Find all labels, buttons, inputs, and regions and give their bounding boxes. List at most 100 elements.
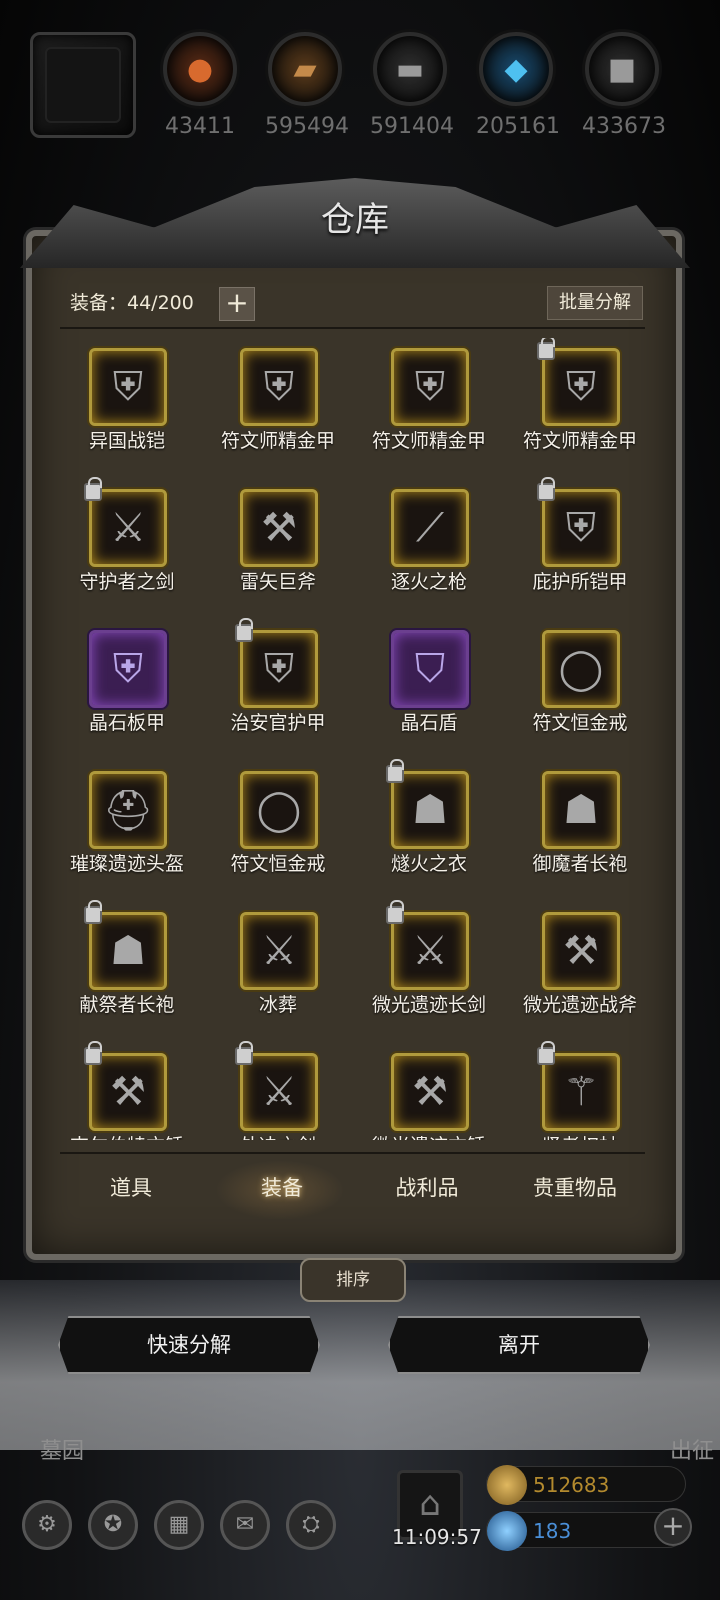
lock-icon <box>537 338 555 360</box>
robe-icon[interactable]: ☗ <box>542 771 620 849</box>
tab-props[interactable]: 道具 <box>61 1172 201 1202</box>
shield-icon[interactable]: ⛉ <box>391 630 469 708</box>
item-slot[interactable]: ☗ 燧火之衣 <box>354 759 504 881</box>
tab-valuables[interactable]: 贵重物品 <box>505 1172 645 1202</box>
resource-stone: ■ 433673 <box>582 32 666 139</box>
item-name: 逐火之枪 <box>390 571 467 593</box>
staff-icon[interactable]: ⚚ <box>542 1053 620 1131</box>
armor-icon[interactable]: ⛨ <box>89 630 167 708</box>
lock-icon <box>386 900 404 924</box>
portrait-frame <box>45 47 121 123</box>
item-slot[interactable]: ⚒ 雷矢巨斧 <box>203 479 353 599</box>
guild-icon[interactable]: ⛭ <box>286 1500 336 1550</box>
sword-icon[interactable]: ⚔ <box>391 912 469 990</box>
armor-icon[interactable]: ⛨ <box>240 348 318 426</box>
item-name: 处决之剑 <box>193 1131 363 1140</box>
skills-icon[interactable]: ✪ <box>88 1500 138 1550</box>
mail-icon[interactable]: ✉ <box>220 1500 270 1550</box>
item-name: 晶石板甲 <box>88 712 165 734</box>
add-gems-button[interactable]: + <box>654 1508 692 1546</box>
resource-crystal: ◆ 205161 <box>476 32 560 139</box>
sword-icon[interactable]: ⚔ <box>240 912 318 990</box>
armor-icon[interactable]: ⛨ <box>542 348 620 426</box>
item-slot[interactable]: ⚚贤者权杖 <box>505 1041 655 1140</box>
item-slot[interactable]: ⚒吉尔伯特方锤 <box>52 1041 202 1140</box>
quick-decompose-button[interactable]: 快速分解 <box>58 1316 320 1374</box>
item-slot[interactable]: ⛨ 治安官护甲 <box>203 618 353 740</box>
item-slot[interactable]: ⛨ 符文师精金甲 <box>354 338 504 458</box>
resource-iron: ▬ 591404 <box>370 32 454 139</box>
item-name: 符文恒金戒 <box>230 853 326 875</box>
item-slot[interactable]: ◯ 符文恒金戒 <box>203 761 353 881</box>
ring-icon[interactable]: ◯ <box>240 771 318 849</box>
robe-icon[interactable]: ☗ <box>89 912 167 990</box>
axe-icon[interactable]: ⚒ <box>240 489 318 567</box>
bag-icon[interactable]: ▦ <box>154 1500 204 1550</box>
resource-wood: ▰ 595494 <box>265 32 349 139</box>
item-name: 治安官护甲 <box>230 712 326 734</box>
gem-value: 183 <box>533 1519 572 1543</box>
depart-label[interactable]: 出征 <box>670 1433 714 1465</box>
item-name: 符文师精金甲 <box>220 430 335 452</box>
hammer-icon[interactable]: ⚒ <box>391 1053 469 1131</box>
item-slot[interactable]: ⚔ 冰葬 <box>203 902 353 1022</box>
item-slot[interactable]: ⟋ 逐火之枪 <box>354 479 504 599</box>
resource-value: 433673 <box>582 114 666 139</box>
equipment-count: 装备：44/200 <box>70 292 194 314</box>
spear-icon[interactable]: ⟋ <box>391 489 469 567</box>
divider <box>60 327 645 329</box>
lock-icon <box>386 759 404 783</box>
settings-icon[interactable]: ⚙ <box>22 1500 72 1550</box>
item-slot[interactable]: ⛑ 璀璨遗迹头盔 <box>52 761 202 881</box>
axe-icon[interactable]: ⚒ <box>542 912 620 990</box>
item-slot[interactable]: ◯ 符文恒金戒 <box>505 620 655 740</box>
item-slot[interactable]: ⚔处决之剑 <box>203 1041 353 1140</box>
expand-capacity-button[interactable]: + <box>219 287 255 321</box>
helmet-icon[interactable]: ⛑ <box>89 771 167 849</box>
item-slot[interactable]: ⚒ 微光遗迹战斧 <box>505 902 655 1022</box>
sword-icon[interactable]: ⚔ <box>89 489 167 567</box>
lock-icon <box>235 618 253 642</box>
item-slot[interactable]: ⚔ 微光遗迹长剑 <box>354 900 504 1022</box>
gift-timer: 11:09:57 <box>392 1525 482 1549</box>
item-slot[interactable]: ☗ 御魔者长袍 <box>505 761 655 881</box>
hammer-icon[interactable]: ⚒ <box>89 1053 167 1131</box>
sort-button[interactable]: 排序 <box>300 1258 406 1302</box>
tab-divider <box>60 1152 645 1154</box>
gem-icon <box>487 1511 527 1551</box>
panel-title: 仓库 <box>321 200 389 240</box>
item-slot[interactable]: ⛨ 庇护所铠甲 <box>505 477 655 599</box>
batch-decompose-button[interactable]: 批量分解 <box>547 286 643 320</box>
resource-ore: ● 43411 <box>160 32 240 139</box>
lock-icon <box>537 477 555 501</box>
lock-icon <box>537 1041 555 1065</box>
item-slot[interactable]: ⛨ 异国战铠 <box>52 338 202 458</box>
item-name: 微光遗迹战斧 <box>522 994 637 1016</box>
item-slot[interactable]: ⛉ 晶石盾 <box>354 620 504 740</box>
item-grid[interactable]: ⛨ 异国战铠 ⛨ 符文师精金甲 ⛨ 符文师精金甲 ⛨ 符文师精金甲 ⚔ 守护者之剑 ⚒ 雷矢巨斧 ⟋ 逐火… <box>52 338 658 1140</box>
player-portrait[interactable] <box>30 32 136 138</box>
armor-icon[interactable]: ⛨ <box>391 348 469 426</box>
tab-loot[interactable]: 战利品 <box>357 1172 497 1202</box>
item-name: 御魔者长袍 <box>532 853 628 875</box>
iron-icon: ▬ <box>373 32 447 106</box>
wood-icon: ▰ <box>268 32 342 106</box>
item-name: 冰葬 <box>258 994 297 1016</box>
item-slot[interactable]: ⚔ 守护者之剑 <box>52 477 202 599</box>
item-slot[interactable]: ⚒微光遗迹方锤 <box>354 1043 504 1140</box>
item-slot[interactable]: ⛨ 晶石板甲 <box>52 620 202 740</box>
item-slot[interactable]: ⛨ 符文师精金甲 <box>505 338 655 458</box>
robe-icon[interactable]: ☗ <box>391 771 469 849</box>
item-slot[interactable]: ☗ 献祭者长袍 <box>52 900 202 1022</box>
armor-icon[interactable]: ⛨ <box>89 348 167 426</box>
gold-counter: 512683 <box>486 1465 686 1505</box>
armor-icon[interactable]: ⛨ <box>240 630 318 708</box>
item-name: 献祭者长袍 <box>79 994 175 1016</box>
ring-icon[interactable]: ◯ <box>542 630 620 708</box>
tab-equipment[interactable]: 装备 <box>212 1172 352 1202</box>
item-name: 符文师精金甲 <box>371 430 486 452</box>
sword-icon[interactable]: ⚔ <box>240 1053 318 1131</box>
leave-button[interactable]: 离开 <box>388 1316 650 1374</box>
item-slot[interactable]: ⛨ 符文师精金甲 <box>203 338 353 458</box>
armor-icon[interactable]: ⛨ <box>542 489 620 567</box>
